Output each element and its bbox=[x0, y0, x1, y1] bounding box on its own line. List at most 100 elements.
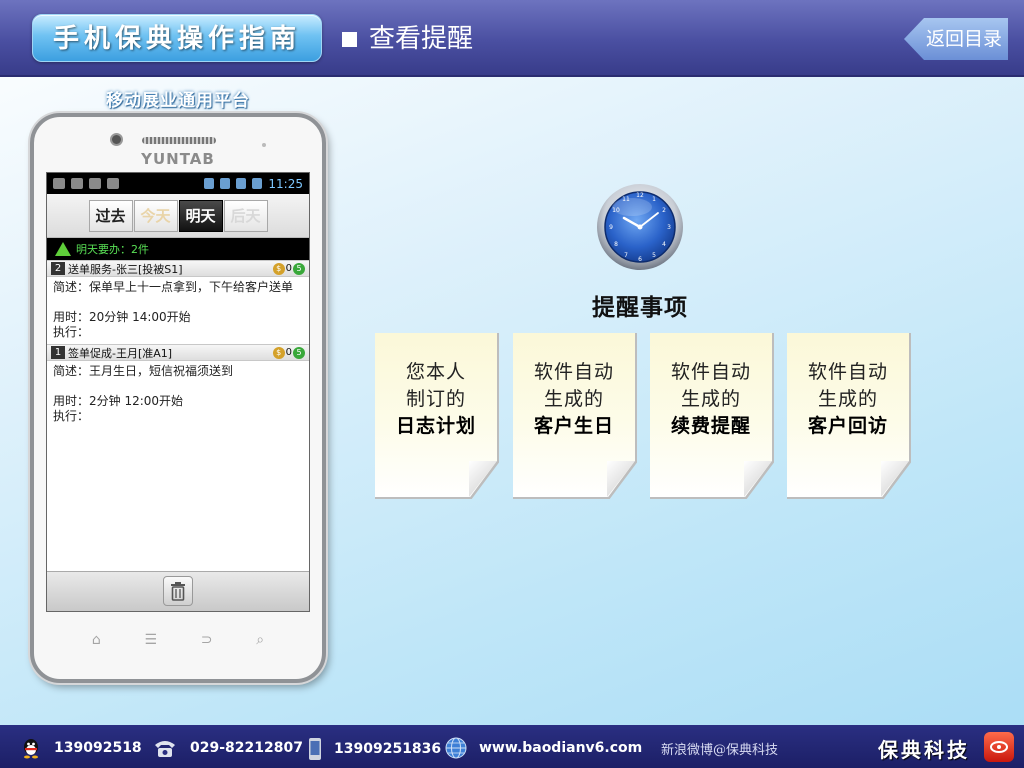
item-exec: 执行： bbox=[53, 325, 90, 339]
phone-screen: 11:25 过去 今天 明天 后天 明天要办：2件 2 送单服务-张三[投被S1… bbox=[46, 172, 310, 612]
score-badge: 5 bbox=[293, 346, 305, 359]
phone-device: YUNTAB 11:25 过去 今天 明天 后天 明天要办：2件 2 送单服务-… bbox=[30, 113, 326, 683]
footer-mobile: 13909251836 bbox=[308, 737, 441, 761]
card-highlight: 客户生日 bbox=[533, 415, 614, 437]
hardware-keys: ⌂ ☰ ⊃ ⌕ bbox=[34, 632, 322, 648]
signal-2-icon bbox=[236, 178, 247, 189]
delete-button[interactable] bbox=[163, 576, 193, 606]
list-item[interactable]: 2 送单服务-张三[投被S1] $ 0 5 简述：保单早上十一点拿到，下午给客户… bbox=[47, 260, 309, 344]
menu-icon[interactable]: ☰ bbox=[144, 632, 157, 648]
android-icon bbox=[71, 178, 83, 189]
item-exec: 执行： bbox=[53, 409, 90, 423]
footer-mobile-number: 13909251836 bbox=[334, 741, 442, 757]
page-curl-icon bbox=[744, 461, 772, 497]
card-line: 软件自动 bbox=[807, 361, 888, 383]
svg-text:2: 2 bbox=[662, 207, 666, 214]
item-time: 用时：20分钟 14:00开始 bbox=[53, 310, 191, 324]
card-line: 生成的 bbox=[543, 388, 604, 410]
home-icon[interactable]: ⌂ bbox=[92, 632, 101, 648]
card-line: 制订的 bbox=[405, 388, 466, 410]
platform-label: 移动展业通用平台 bbox=[106, 91, 250, 111]
square-bullet-icon bbox=[342, 31, 357, 47]
tab-day-after[interactable]: 后天 bbox=[223, 199, 268, 232]
note-card-renewal: 软件自动 生成的 续费提醒 bbox=[650, 333, 772, 497]
coin-count: 0 bbox=[285, 347, 292, 358]
footer-qq: 139092518 bbox=[20, 737, 142, 759]
svg-text:4: 4 bbox=[662, 241, 666, 248]
item-desc: 简述：保单早上十一点拿到，下午给客户送单 bbox=[53, 280, 294, 294]
item-body: 简述：王月生日，短信祝福须送到 用时：2分钟 12:00开始 执行： bbox=[47, 361, 309, 428]
list-item[interactable]: 1 签单促成-王月[准A1] $ 0 5 简述：王月生日，短信祝福须送到 用时：… bbox=[47, 344, 309, 428]
card-highlight: 日志计划 bbox=[395, 415, 476, 437]
svg-text:9: 9 bbox=[609, 224, 613, 231]
svg-text:1: 1 bbox=[652, 196, 656, 203]
section-title: 查看提醒 bbox=[342, 20, 473, 58]
globe-icon bbox=[445, 737, 467, 759]
footer-website-url[interactable]: www.baodianv6.com bbox=[479, 737, 642, 759]
coin-icon: $ bbox=[272, 262, 285, 275]
tab-past[interactable]: 过去 bbox=[88, 199, 133, 232]
card-line: 生成的 bbox=[817, 388, 878, 410]
reminder-title: 提醒事项 bbox=[592, 294, 688, 321]
footer-phone-number: 029-82212807 bbox=[190, 740, 303, 756]
coin-icon: $ bbox=[272, 346, 285, 359]
search-icon[interactable]: ⌕ bbox=[256, 632, 264, 648]
note-card-birthday: 软件自动 生成的 客户生日 bbox=[513, 333, 635, 497]
sensor-icon bbox=[262, 143, 266, 147]
mobile-phone-icon bbox=[309, 738, 321, 760]
item-header: 2 送单服务-张三[投被S1] $ 0 5 bbox=[47, 260, 309, 277]
item-body: 简述：保单早上十一点拿到，下午给客户送单 用时：20分钟 14:00开始 执行： bbox=[47, 277, 309, 344]
warning-icon bbox=[55, 242, 71, 256]
telephone-icon bbox=[155, 741, 175, 757]
camera-icon bbox=[110, 133, 123, 146]
company-logo-icon bbox=[984, 732, 1014, 762]
screen-bottom-bar bbox=[47, 571, 309, 611]
alert-text: 明天要办：2件 bbox=[76, 243, 149, 256]
page-curl-icon bbox=[607, 461, 635, 497]
device-brand: YUNTAB bbox=[141, 150, 215, 168]
app-icon bbox=[107, 178, 119, 189]
page-curl-icon bbox=[469, 461, 497, 497]
footer-bar: 139092518 029-82212807 13909251836 www.b… bbox=[0, 725, 1024, 768]
back-to-menu-button[interactable]: 返回目录 bbox=[904, 18, 1008, 60]
item-desc: 简述：王月生日，短信祝福须送到 bbox=[53, 364, 234, 378]
tab-tomorrow[interactable]: 明天 bbox=[178, 199, 223, 232]
item-header: 1 签单促成-王月[准A1] $ 0 5 bbox=[47, 344, 309, 361]
picture-icon bbox=[89, 178, 101, 189]
card-line: 您本人 bbox=[405, 361, 466, 383]
footer-qq-number: 139092518 bbox=[54, 740, 142, 756]
card-line: 生成的 bbox=[680, 388, 741, 410]
header-bar: 手机保典操作指南 查看提醒 返回目录 bbox=[0, 0, 1024, 77]
footer-company: 保典科技 bbox=[878, 738, 970, 762]
clock-icon: 12 3 6 9 1 2 4 5 7 8 10 11 bbox=[597, 184, 683, 270]
svg-text:7: 7 bbox=[624, 252, 628, 259]
svg-text:6: 6 bbox=[638, 256, 642, 263]
note-card-log-plan: 您本人 制订的 日志计划 bbox=[375, 333, 497, 497]
tab-today[interactable]: 今天 bbox=[133, 199, 178, 232]
item-number-badge: 2 bbox=[51, 262, 65, 275]
card-highlight: 续费提醒 bbox=[670, 415, 751, 437]
footer-phone: 029-82212807 bbox=[152, 737, 303, 759]
card-line: 软件自动 bbox=[533, 361, 614, 383]
note-card-follow-up: 软件自动 生成的 客户回访 bbox=[787, 333, 909, 497]
battery-icon bbox=[252, 178, 263, 189]
svg-text:5: 5 bbox=[652, 252, 656, 259]
svg-text:12: 12 bbox=[636, 192, 644, 199]
brand-title: 手机保典操作指南 bbox=[32, 14, 322, 62]
item-time: 用时：2分钟 12:00开始 bbox=[53, 394, 184, 408]
item-title: 送单服务-张三[投被S1] bbox=[68, 262, 183, 276]
coin-count: 0 bbox=[285, 263, 292, 274]
status-time: 11:25 bbox=[268, 176, 303, 191]
footer-website[interactable]: www.baodianv6.com bbox=[445, 737, 642, 759]
item-title: 签单促成-王月[准A1] bbox=[68, 346, 173, 360]
card-highlight: 客户回访 bbox=[807, 415, 888, 437]
page-curl-icon bbox=[881, 461, 909, 497]
back-icon[interactable]: ⊃ bbox=[201, 632, 213, 648]
trash-icon bbox=[171, 582, 185, 601]
svg-text:8: 8 bbox=[614, 241, 618, 248]
svg-text:3: 3 bbox=[667, 224, 671, 231]
score-badge: 5 bbox=[293, 262, 305, 275]
day-tabs: 过去 今天 明天 后天 bbox=[47, 194, 309, 238]
section-title-text: 查看提醒 bbox=[369, 24, 474, 54]
signal-icon bbox=[220, 178, 231, 189]
